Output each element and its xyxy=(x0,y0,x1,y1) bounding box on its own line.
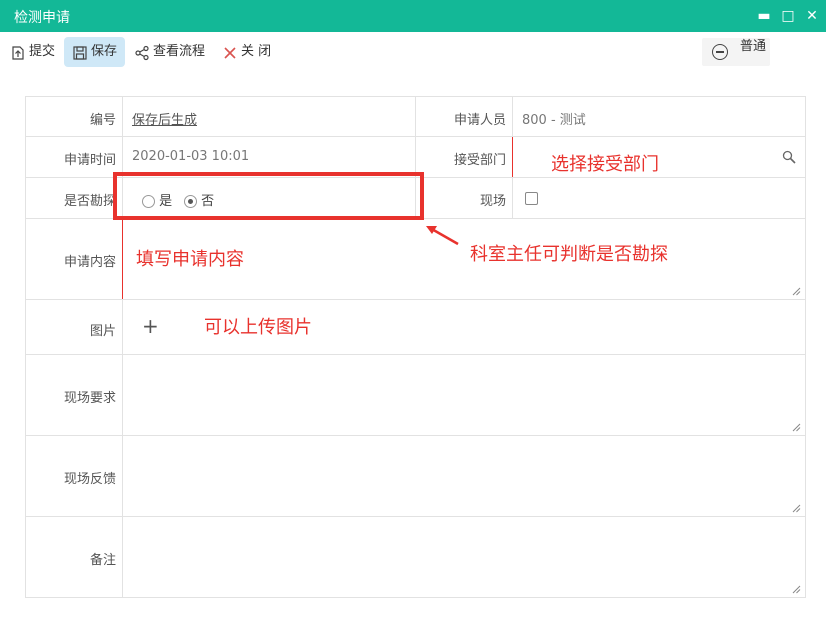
save-button[interactable]: 保存 xyxy=(64,37,126,67)
minimize-button[interactable]: ▬ xyxy=(754,6,774,26)
view-flow-button[interactable]: 查看流程 xyxy=(134,37,205,67)
search-icon[interactable] xyxy=(782,150,796,168)
title-bar: 检测申请 ▬ □ ✕ xyxy=(0,0,826,32)
dept-label: 接受部门 xyxy=(453,153,506,168)
requirement-label: 现场要求 xyxy=(63,391,116,406)
resize-grip-icon[interactable] xyxy=(792,585,801,594)
dept-annotation: 选择接受部门 xyxy=(551,154,659,175)
form-row-image: 图片 + xyxy=(26,300,805,355)
priority-toggle[interactable]: 普通 xyxy=(702,38,770,66)
add-image-icon[interactable]: + xyxy=(142,314,159,338)
content-annotation: 填写申请内容 xyxy=(136,249,244,270)
minus-circle-icon xyxy=(712,44,728,60)
survey-label: 是否勘探 xyxy=(63,194,116,209)
onsite-label: 现场 xyxy=(479,194,506,209)
image-label: 图片 xyxy=(89,324,116,339)
close-window-button[interactable]: ✕ xyxy=(802,6,822,26)
resize-grip-icon[interactable] xyxy=(792,423,801,432)
window-title: 检测申请 xyxy=(14,10,70,26)
time-value: 2020-01-03 10:01 xyxy=(132,149,250,164)
content-label: 申请内容 xyxy=(63,255,116,270)
remark-label: 备注 xyxy=(89,553,116,568)
form-row-number: 编号 保存后生成 申请人员 800 - 测试 xyxy=(26,97,805,137)
applicant-value: 800 - 测试 xyxy=(522,113,586,128)
priority-label: 普通 xyxy=(740,39,767,54)
submit-button[interactable]: 提交 xyxy=(10,37,55,67)
survey-highlight-box xyxy=(113,172,424,220)
resize-grip-icon[interactable] xyxy=(792,504,801,513)
view-flow-label: 查看流程 xyxy=(153,44,206,59)
maximize-button[interactable]: □ xyxy=(778,6,798,26)
onsite-checkbox[interactable] xyxy=(525,192,538,205)
applicant-label: 申请人员 xyxy=(453,113,506,128)
image-annotation: 可以上传图片 xyxy=(204,317,312,338)
close-x-icon xyxy=(222,43,238,59)
feedback-label: 现场反馈 xyxy=(63,472,116,487)
form-row-feedback: 现场反馈 xyxy=(26,436,805,517)
survey-annotation: 科室主任可判断是否勘探 xyxy=(470,244,668,265)
feedback-textarea[interactable] xyxy=(122,436,805,516)
number-value[interactable]: 保存后生成 xyxy=(132,109,197,128)
close-button[interactable]: 关 闭 xyxy=(222,37,271,67)
form-row-requirement: 现场要求 xyxy=(26,355,805,436)
submit-label: 提交 xyxy=(29,44,56,59)
time-label: 申请时间 xyxy=(63,153,116,168)
requirement-textarea[interactable] xyxy=(122,355,805,435)
save-icon xyxy=(72,43,88,60)
upload-icon xyxy=(10,43,26,60)
toolbar: 提交 保存 查看流程 关 闭 普通 xyxy=(0,32,826,72)
remark-textarea[interactable] xyxy=(122,517,805,597)
save-label: 保存 xyxy=(91,44,118,59)
resize-grip-icon[interactable] xyxy=(792,287,801,296)
share-flow-icon xyxy=(134,43,150,60)
number-label: 编号 xyxy=(89,113,116,128)
close-label: 关 闭 xyxy=(241,44,272,59)
annotation-arrow-icon xyxy=(426,226,459,246)
form-row-remark: 备注 xyxy=(26,517,805,597)
